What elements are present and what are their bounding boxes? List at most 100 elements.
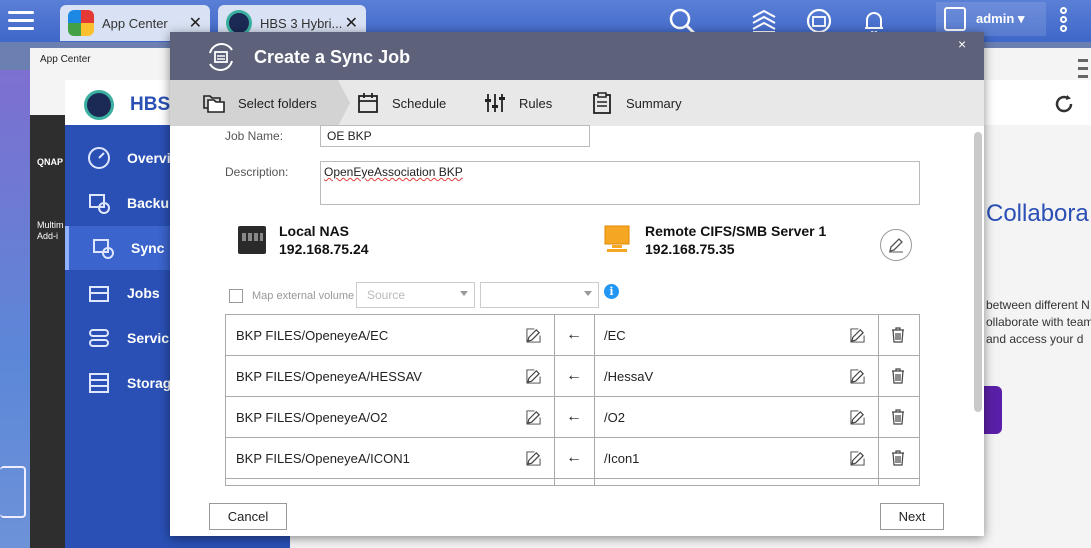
edit-source-icon[interactable]	[526, 438, 546, 478]
map-external-volume-checkbox[interactable]	[229, 289, 243, 303]
get-started-button[interactable]	[984, 386, 1002, 434]
map-external-volume-label: Map external volume	[252, 290, 355, 302]
column-divider	[554, 397, 555, 437]
table-row: BKP FILES/OpeneyeA/HESSAV ← /HessaV	[226, 356, 919, 397]
sync-direction-icon: ←	[566, 449, 582, 466]
resize-grip-icon[interactable]: ▬ ▬ ▬	[1078, 55, 1088, 81]
column-divider	[594, 479, 595, 485]
jobs-icon	[89, 286, 109, 302]
step-rules[interactable]: Rules	[483, 80, 552, 126]
column-divider	[554, 438, 555, 478]
dialog-header: Create a Sync Job ×	[170, 32, 984, 80]
app-center-icon	[68, 10, 94, 36]
nas-icon	[238, 226, 266, 254]
column-divider	[878, 356, 879, 396]
edit-destination-icon[interactable]	[850, 438, 870, 478]
column-divider	[554, 479, 555, 485]
multimedia-label-line2: Add-i	[37, 231, 59, 241]
server-icon	[604, 225, 630, 252]
description-input[interactable]: OpenEyeAssociation BKP	[320, 161, 920, 205]
local-nas-ip: 192.168.75.24	[279, 241, 369, 257]
column-divider	[554, 356, 555, 396]
dialog-scrollbar[interactable]	[974, 132, 982, 412]
source-folder: BKP FILES/OpeneyeA/HESSAV	[236, 368, 422, 384]
step-summary[interactable]: Summary	[590, 80, 682, 126]
refresh-icon[interactable]	[1053, 93, 1075, 115]
edit-icon	[889, 238, 903, 253]
column-divider	[878, 397, 879, 437]
dialog-title: Create a Sync Job	[254, 47, 411, 67]
sidebar-item-label: Overvi	[127, 150, 171, 166]
step-schedule[interactable]: Schedule	[356, 80, 446, 126]
window-title: App Center	[40, 54, 91, 65]
info-icon[interactable]: i	[604, 284, 619, 299]
sync-direction-icon: ←	[566, 326, 582, 343]
trash-icon[interactable]	[890, 315, 910, 355]
multimedia-label: Multim Add-i	[37, 220, 64, 242]
source-folder: BKP FILES/OpeneyeA/ICON1	[236, 450, 410, 466]
user-menu[interactable]: admin ▾	[936, 2, 1046, 36]
folder-pairs-table: BKP FILES/OpeneyeA/EC ← /EC BKP FILES/Op…	[225, 314, 920, 486]
sync-folder-icon	[93, 239, 114, 259]
user-name: admin ▾	[976, 11, 1025, 26]
step-label: Schedule	[392, 95, 447, 111]
sync-direction-icon: ←	[566, 408, 582, 425]
folder-icon[interactable]	[0, 466, 26, 518]
edit-destination-icon[interactable]	[850, 356, 870, 396]
create-sync-job-dialog: Create a Sync Job × Select folders Sched…	[170, 32, 984, 536]
sidebar-item-label: Storag	[127, 375, 172, 391]
app-center-sidebar	[30, 115, 68, 548]
edit-source-icon[interactable]	[526, 397, 546, 437]
destination-folder: /Icon1	[604, 450, 640, 466]
table-row-partial	[226, 479, 919, 485]
trash-icon[interactable]	[890, 438, 910, 478]
destination-folder: /O2	[604, 409, 625, 425]
column-divider	[594, 315, 595, 355]
more-options-icon[interactable]	[1056, 5, 1070, 37]
description-label: Description:	[225, 165, 289, 179]
source-folder: BKP FILES/OpeneyeA/EC	[236, 327, 389, 343]
table-row: BKP FILES/OpeneyeA/ICON1 ← /Icon1	[226, 438, 919, 479]
column-divider	[878, 438, 879, 478]
hbs-logo-icon	[84, 90, 114, 120]
sidebar-item-label: Jobs	[127, 285, 160, 301]
chevron-down-icon	[460, 291, 468, 296]
edit-destination-icon[interactable]	[850, 397, 870, 437]
source-volume-select[interactable]: Source	[356, 282, 475, 308]
edit-source-icon[interactable]	[526, 356, 546, 396]
step-label: Select folders	[238, 95, 317, 111]
main-menu-icon[interactable]	[6, 6, 36, 36]
column-divider	[594, 356, 595, 396]
close-icon[interactable]: ✕	[189, 13, 202, 33]
column-divider	[594, 397, 595, 437]
sidebar-item-label: Sync	[131, 240, 165, 256]
next-button[interactable]: Next	[880, 503, 944, 530]
local-nas-name: Local NAS	[279, 223, 350, 239]
trash-icon[interactable]	[890, 356, 910, 396]
column-divider	[554, 315, 555, 355]
edit-destination-icon[interactable]	[850, 315, 870, 355]
gauge-icon	[88, 147, 110, 169]
step-label: Summary	[626, 95, 682, 111]
remote-server-name: Remote CIFS/SMB Server 1	[645, 223, 827, 239]
dialog-close-icon[interactable]: ×	[958, 36, 966, 52]
cancel-button[interactable]: Cancel	[209, 503, 287, 530]
trash-icon[interactable]	[890, 397, 910, 437]
table-row: BKP FILES/OpeneyeA/O2 ← /O2	[226, 397, 919, 438]
edit-remote-button[interactable]	[880, 229, 912, 261]
table-row: BKP FILES/OpeneyeA/EC ← /EC	[226, 315, 919, 356]
job-name-input[interactable]: OE BKP	[320, 125, 590, 147]
collaborate-text: ollaborate with team	[986, 315, 1091, 329]
source-select-placeholder: Source	[367, 288, 406, 302]
chevron-down-icon	[584, 291, 592, 296]
step-select-folders[interactable]: Select folders	[202, 80, 317, 126]
edit-source-icon[interactable]	[526, 315, 546, 355]
remote-server-ip: 192.168.75.35	[645, 241, 735, 257]
close-icon[interactable]: ✕	[345, 13, 358, 33]
collaborate-heading: Collabora	[986, 200, 1089, 227]
storage-icon	[89, 373, 109, 393]
hbs-title: HBS	[130, 94, 171, 115]
sliders-icon	[485, 94, 505, 112]
destination-volume-select[interactable]	[480, 282, 599, 308]
description-text: OpenEyeAssociation BKP	[324, 165, 463, 179]
